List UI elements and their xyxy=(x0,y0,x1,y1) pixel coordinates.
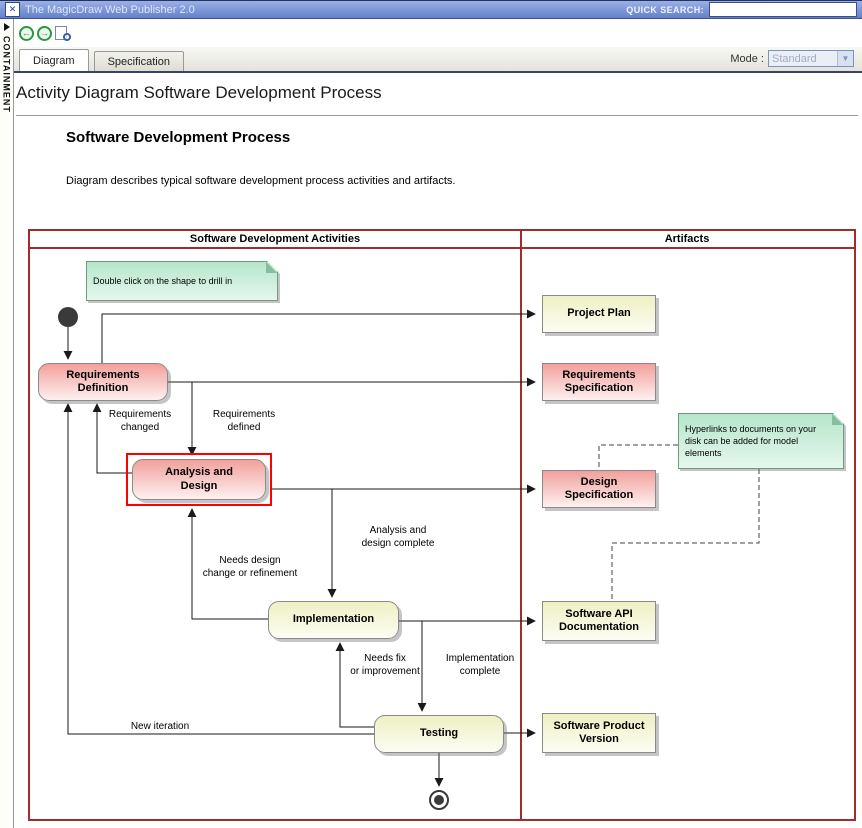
note-hyperlinks: Hyperlinks to documents on your disk can… xyxy=(678,413,844,469)
mode-select[interactable]: Standard ▼ xyxy=(768,50,854,67)
containment-label: CONTAINMENT xyxy=(2,36,12,113)
edge-label-needs-fix: Needs fix or improvement xyxy=(345,653,425,678)
edge-label-needs-design-change: Needs design change or refinement xyxy=(192,555,308,580)
final-node-icon xyxy=(429,790,449,810)
activity-testing[interactable]: Testing xyxy=(374,715,504,753)
artifact-software-api-documentation[interactable]: Software API Documentation xyxy=(542,601,656,641)
label-line: Project Plan xyxy=(567,307,631,320)
activity-implementation[interactable]: Implementation xyxy=(268,601,399,639)
containment-sidebar[interactable]: CONTAINMENT xyxy=(0,19,14,828)
label-line: Specification xyxy=(565,489,633,502)
quick-search-input[interactable] xyxy=(709,2,857,17)
toolbar: ← → xyxy=(19,23,71,43)
edge-label-analysis-design-complete: Analysis and design complete xyxy=(346,525,450,550)
label-line: Requirements xyxy=(562,369,635,382)
heading-divider xyxy=(16,115,858,116)
magnifier-icon xyxy=(63,33,71,41)
label-line: Testing xyxy=(420,727,458,740)
edge-label-new-iteration: New iteration xyxy=(125,721,195,734)
locate-in-tree-icon[interactable] xyxy=(55,26,71,41)
tab-diagram[interactable]: Diagram xyxy=(19,49,89,71)
magicdraw-logo-icon: ✕ xyxy=(5,2,20,17)
lane-headers: Software Development Activities Artifact… xyxy=(30,231,854,249)
lane-divider xyxy=(520,231,522,819)
activity-diagram: Software Development Activities Artifact… xyxy=(28,229,856,821)
mode-value: Standard xyxy=(772,53,817,65)
edge-label-requirements-changed: Requirements changed xyxy=(100,409,180,434)
artifact-project-plan[interactable]: Project Plan xyxy=(542,295,656,333)
back-icon[interactable]: ← xyxy=(19,26,34,41)
label-line: Software Product xyxy=(553,720,644,733)
activity-requirements-definition[interactable]: Requirements Definition xyxy=(38,363,168,401)
lane-header-activities: Software Development Activities xyxy=(30,231,520,247)
mode-label: Mode : xyxy=(730,53,764,65)
note-text-line: Hyperlinks to documents on your xyxy=(685,423,837,435)
artifact-design-specification[interactable]: Design Specification xyxy=(542,470,656,508)
label-line: Version xyxy=(579,733,619,746)
main-area: ← → Diagram Specification Mode : Standar… xyxy=(14,19,862,828)
diagram-description: Diagram describes typical software devel… xyxy=(66,175,455,187)
artifact-software-product-version[interactable]: Software Product Version xyxy=(542,713,656,753)
label-line: Definition xyxy=(78,382,129,395)
forward-icon[interactable]: → xyxy=(37,26,52,41)
note-text-line: disk can be added for model xyxy=(685,435,837,447)
page-heading: Activity Diagram Software Development Pr… xyxy=(16,83,382,103)
diagram-title: Software Development Process xyxy=(66,129,290,146)
label-line: Analysis and xyxy=(165,466,233,479)
label-line: Design xyxy=(181,480,218,493)
label-line: Specification xyxy=(565,382,633,395)
label-line: Software API xyxy=(565,608,632,621)
note-drill-in: Double click on the shape to drill in xyxy=(86,261,278,301)
app-title: The MagicDraw Web Publisher 2.0 xyxy=(25,4,195,16)
app-window: ✕ The MagicDraw Web Publisher 2.0 QUICK … xyxy=(0,0,862,828)
lane-header-artifacts: Artifacts xyxy=(520,231,854,247)
tab-bar: Diagram Specification Mode : Standard ▼ xyxy=(14,47,862,73)
activity-analysis-and-design[interactable]: Analysis and Design xyxy=(132,459,266,500)
quick-search-label: QUICK SEARCH: xyxy=(626,5,704,15)
label-line: Implementation xyxy=(293,613,374,626)
edge-label-implementation-complete: Implementation complete xyxy=(430,653,530,678)
edge-requirements-to-project-plan xyxy=(102,314,535,363)
tab-specification[interactable]: Specification xyxy=(94,51,184,71)
edge-label-requirements-defined: Requirements defined xyxy=(198,409,290,434)
note-anchor-design-spec xyxy=(599,445,678,468)
label-line: Design xyxy=(581,476,618,489)
label-line: Requirements xyxy=(66,369,139,382)
label-line: Documentation xyxy=(559,621,639,634)
note-text-line: Double click on the shape to drill in xyxy=(93,275,271,287)
artifact-requirements-specification[interactable]: Requirements Specification xyxy=(542,363,656,401)
initial-node-icon xyxy=(58,307,78,327)
collapse-arrow-icon[interactable] xyxy=(4,23,10,31)
note-fold-icon xyxy=(266,262,277,273)
chevron-down-icon: ▼ xyxy=(837,51,853,66)
note-fold-icon xyxy=(832,414,843,425)
topbar: ✕ The MagicDraw Web Publisher 2.0 QUICK … xyxy=(0,0,862,19)
note-text-line: elements xyxy=(685,447,837,459)
mode-control: Mode : Standard ▼ xyxy=(730,50,862,71)
